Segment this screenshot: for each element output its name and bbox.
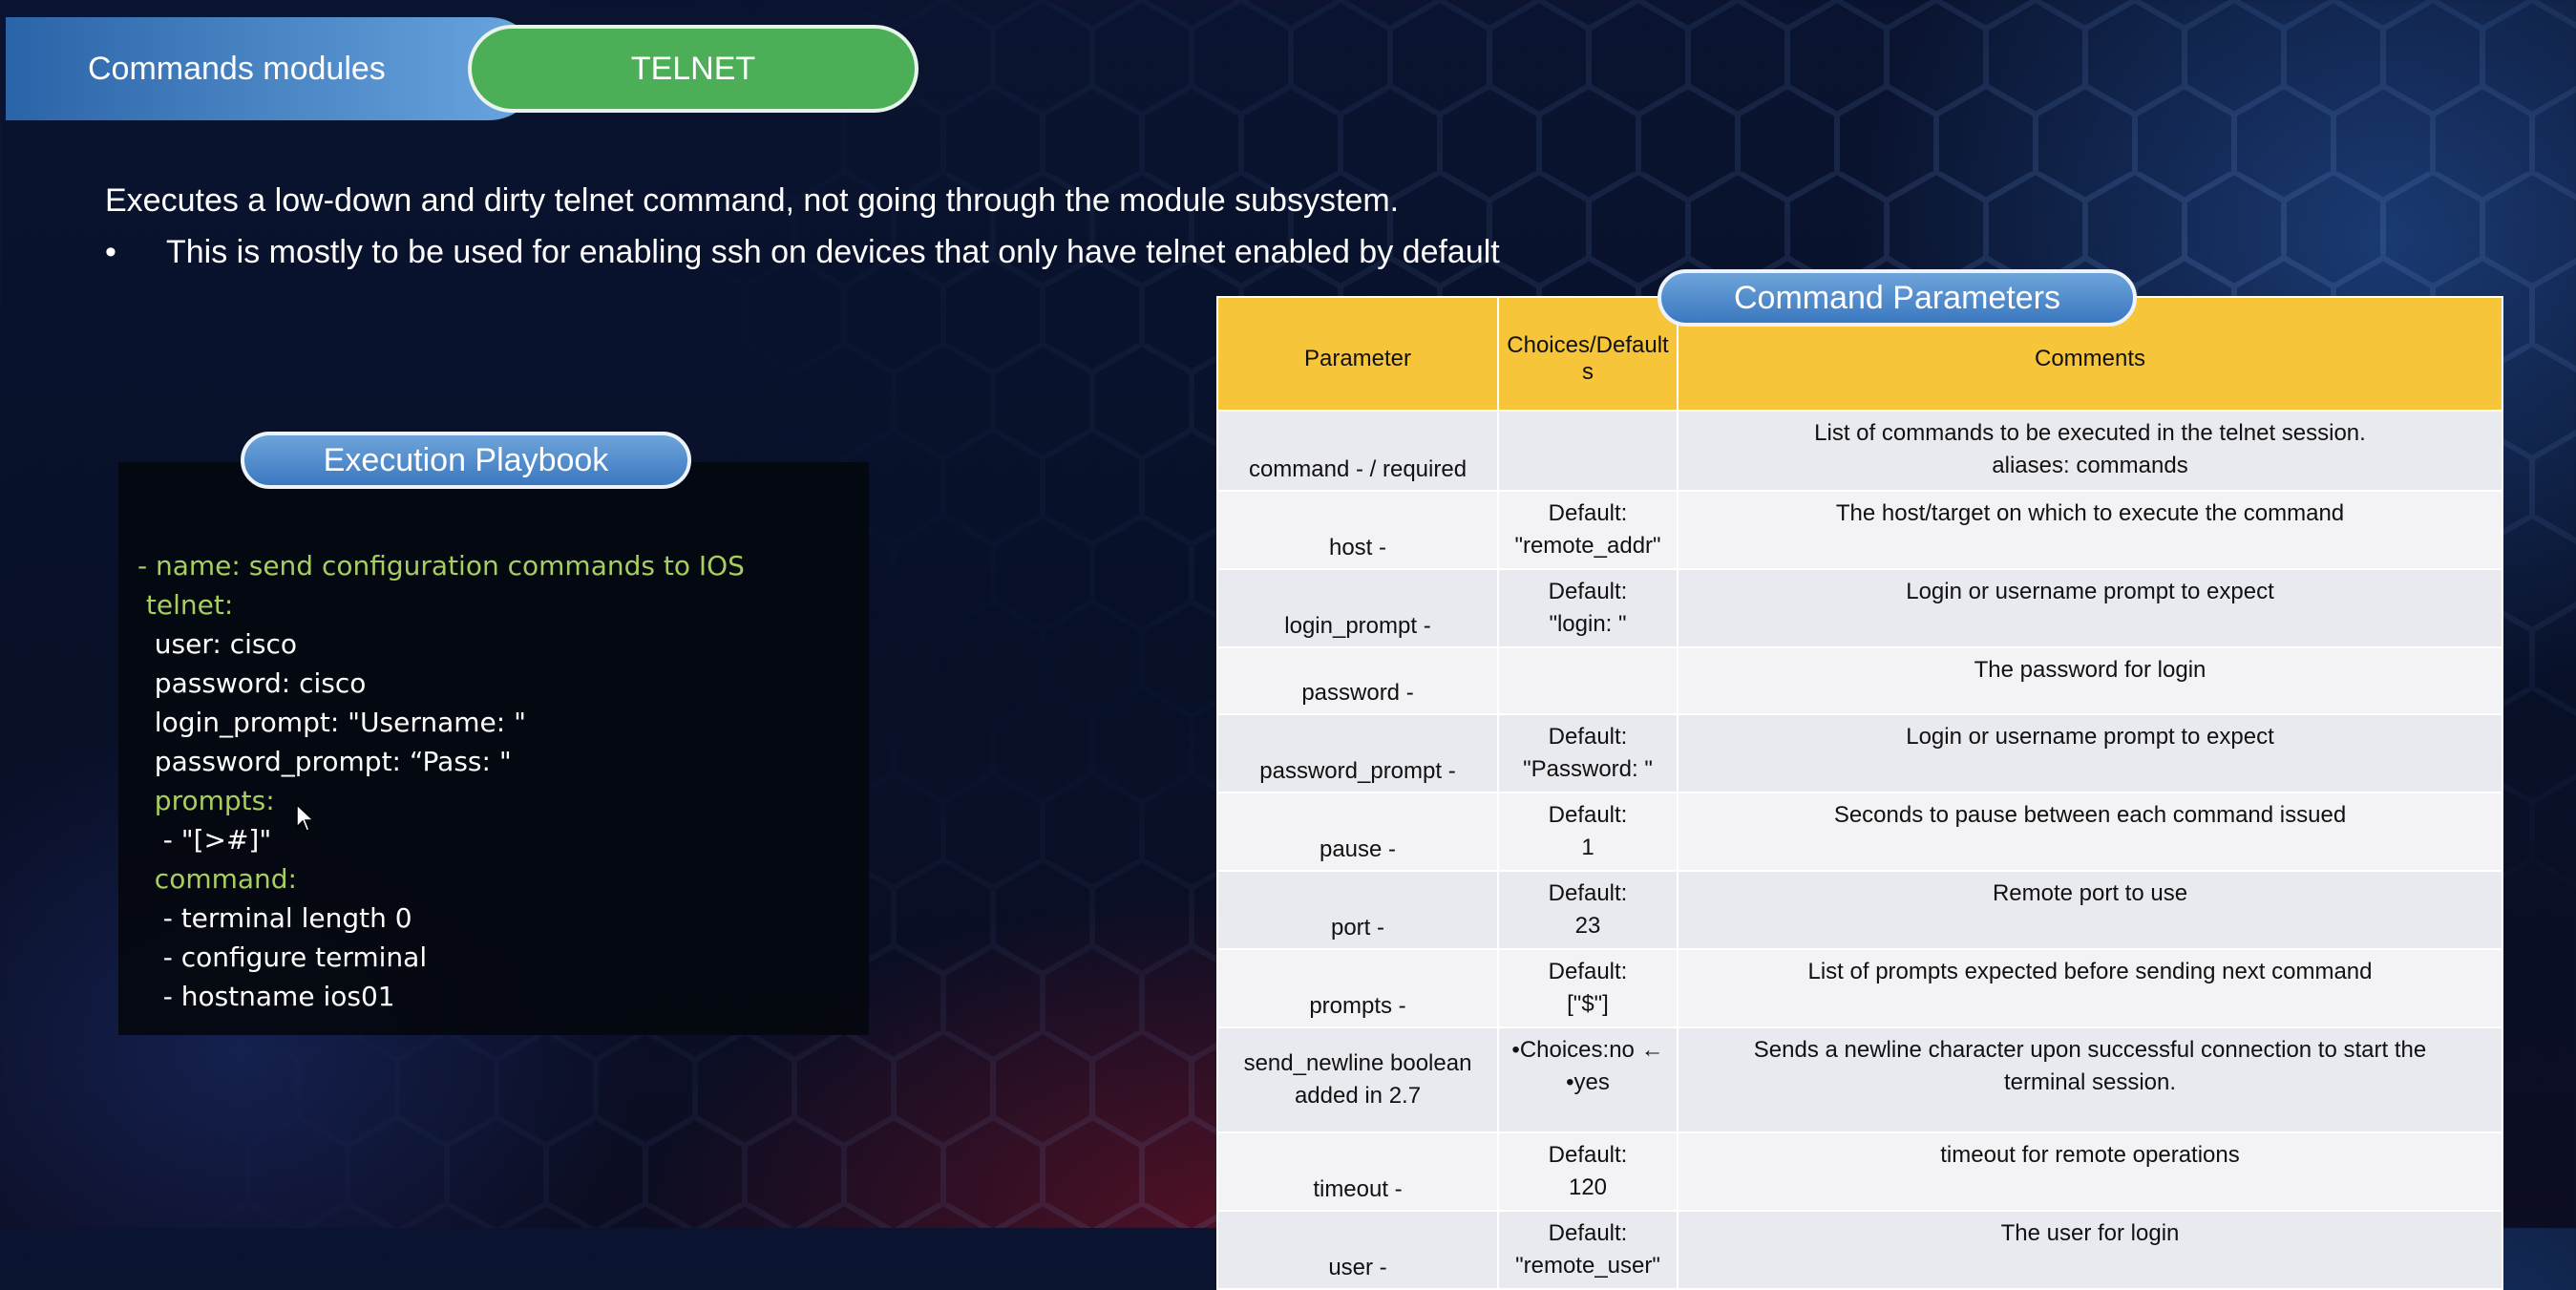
tab-telnet[interactable]: TELNET	[468, 25, 918, 113]
execution-playbook-title: Execution Playbook	[241, 432, 691, 489]
code-line: password_prompt: “Pass: "	[137, 746, 512, 777]
param-choices: Default: ["$"]	[1497, 948, 1679, 1028]
table-row: host - Default: "remote_addr" The host/t…	[1216, 490, 2503, 570]
param-comments: Sends a newline character upon successfu…	[1677, 1026, 2503, 1133]
bullet-text: This is mostly to be used for enabling s…	[166, 234, 1500, 270]
mouse-pointer-icon	[296, 804, 315, 832]
param-name: prompts -	[1216, 948, 1499, 1028]
param-comments: Remote port to use	[1677, 870, 2503, 950]
code-line: - name: send configuration commands to I…	[137, 550, 745, 582]
param-name: pause -	[1216, 792, 1499, 872]
param-comments: List of commands to be executed in the t…	[1677, 410, 2503, 492]
header-choices-defaults: Choices/Defaults	[1497, 296, 1679, 412]
table-row: pause - Default: 1 Seconds to pause betw…	[1216, 792, 2503, 872]
table-row: password_prompt - Default: "Password: " …	[1216, 713, 2503, 793]
param-comments: The user for login	[1677, 1210, 2503, 1290]
param-choices: Default: "remote_addr"	[1497, 490, 1679, 570]
code-line: telnet:	[137, 589, 234, 621]
param-comments: Seconds to pause between each command is…	[1677, 792, 2503, 872]
param-name: login_prompt -	[1216, 568, 1499, 648]
bullet-dot: •	[105, 234, 116, 270]
table-row: user - Default: "remote_user" The user f…	[1216, 1210, 2503, 1290]
param-choices	[1497, 646, 1679, 715]
param-name: user -	[1216, 1210, 1499, 1290]
param-choices: •Choices:no ← •yes	[1497, 1026, 1679, 1133]
param-choices	[1497, 410, 1679, 492]
param-comments: timeout for remote operations	[1677, 1131, 2503, 1212]
param-choices: Default: 120	[1497, 1131, 1679, 1212]
param-comments: The password for login	[1677, 646, 2503, 715]
param-name: command - / required	[1216, 410, 1499, 492]
param-choices: Default: "login: "	[1497, 568, 1679, 648]
param-name: password_prompt -	[1216, 713, 1499, 793]
header-choices-defaults-text: Choices/Defaults	[1507, 332, 1669, 385]
param-name: port -	[1216, 870, 1499, 950]
param-name: timeout -	[1216, 1131, 1499, 1212]
param-name: host -	[1216, 490, 1499, 570]
param-choices: Default: "remote_user"	[1497, 1210, 1679, 1290]
code-line: - "[>#]"	[137, 824, 272, 856]
command-parameters-title: Command Parameters	[1658, 269, 2137, 327]
param-choices: Default: "Password: "	[1497, 713, 1679, 793]
module-description: Executes a low-down and dirty telnet com…	[105, 182, 1400, 219]
table-row: prompts - Default: ["$"] List of prompts…	[1216, 948, 2503, 1028]
header-parameter: Parameter	[1216, 296, 1499, 412]
param-choices: Default: 23	[1497, 870, 1679, 950]
command-parameters-title-text: Command Parameters	[1733, 279, 2060, 316]
bullet-item: • This is mostly to be used for enabling…	[105, 228, 1594, 276]
table-row: timeout - Default: 120 timeout for remot…	[1216, 1131, 2503, 1212]
parameters-table: Parameter Choices/Defaults Comments comm…	[1216, 296, 2503, 1290]
code-line: login_prompt: "Username: "	[137, 707, 526, 738]
param-name: password -	[1216, 646, 1499, 715]
param-comments: Login or username prompt to expect	[1677, 713, 2503, 793]
param-comments: The host/target on which to execute the …	[1677, 490, 2503, 570]
table-row: command - / required List of commands to…	[1216, 410, 2503, 492]
execution-playbook-title-text: Execution Playbook	[323, 441, 609, 478]
code-line: command:	[137, 863, 297, 895]
code-line: - hostname ios01	[137, 981, 395, 1012]
param-comments: Login or username prompt to expect	[1677, 568, 2503, 648]
param-name: send_newline boolean added in 2.7	[1216, 1026, 1499, 1133]
playbook-code-block: - name: send configuration commands to I…	[118, 462, 869, 1035]
table-row: port - Default: 23 Remote port to use	[1216, 870, 2503, 950]
code-line: prompts:	[137, 785, 275, 816]
param-choices: Default: 1	[1497, 792, 1679, 872]
code-line: password: cisco	[137, 667, 367, 699]
table-row: login_prompt - Default: "login: " Login …	[1216, 568, 2503, 648]
code-line: user: cisco	[137, 628, 298, 660]
tab-commands-modules[interactable]: Commands modules	[6, 17, 540, 120]
tab-telnet-label: TELNET	[630, 50, 756, 87]
table-row: send_newline boolean added in 2.7 •Choic…	[1216, 1026, 2503, 1133]
code-line: - terminal length 0	[137, 902, 412, 934]
code-line: - configure terminal	[137, 941, 428, 973]
intro-section: Executes a low-down and dirty telnet com…	[105, 177, 1594, 276]
table-row: password - The password for login	[1216, 646, 2503, 715]
param-comments: List of prompts expected before sending …	[1677, 948, 2503, 1028]
tab-commands-modules-label: Commands modules	[88, 50, 386, 87]
